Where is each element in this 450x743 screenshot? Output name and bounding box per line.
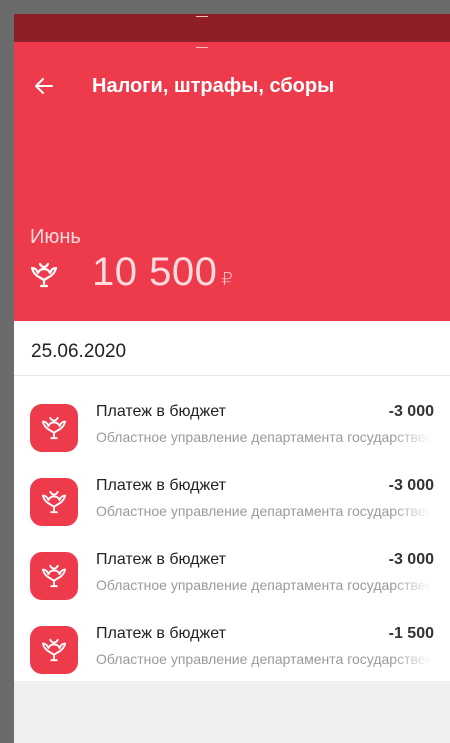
transaction-title: Платеж в бюджет (96, 551, 226, 568)
header-panel: Налоги, штрафы, сборы Июнь 10 500 ₽ (14, 42, 450, 321)
transactions-list: 25.06.2020 Платеж в бюджет -3 000 Област… (14, 321, 450, 681)
emblem-icon (30, 404, 78, 452)
transaction-item[interactable]: Платеж в бюджет -3 000 Областное управле… (14, 401, 450, 475)
transaction-title: Платеж в бюджет (96, 477, 226, 494)
transaction-amount: -3 000 (388, 551, 434, 568)
emblem-icon (30, 626, 78, 674)
coat-of-arms-icon (30, 262, 58, 288)
transaction-description: Областное управление департамента госуда… (96, 577, 432, 593)
transaction-description: Областное управление департамента госуда… (96, 503, 432, 519)
emblem-icon (30, 552, 78, 600)
transaction-description: Областное управление департамента госуда… (96, 651, 432, 667)
month-label: Июнь (30, 226, 81, 248)
transaction-item[interactable]: Платеж в бюджет -1 500 Областное управле… (14, 623, 450, 697)
transaction-title: Платеж в бюджет (96, 403, 226, 420)
date-group-header: 25.06.2020 (14, 321, 450, 376)
emblem-icon (30, 478, 78, 526)
transaction-item[interactable]: Платеж в бюджет -3 000 Областное управле… (14, 549, 450, 623)
transaction-title: Платеж в бюджет (96, 625, 226, 642)
arrow-left-icon[interactable] (32, 74, 56, 98)
page-title: Налоги, штрафы, сборы (92, 75, 335, 97)
status-bar (14, 14, 450, 42)
date-label: 25.06.2020 (31, 341, 127, 362)
status-indicator (196, 16, 208, 17)
transaction-amount: -3 000 (388, 403, 434, 420)
total-amount-value: 10 500 (92, 250, 218, 294)
transaction-item[interactable]: Платеж в бюджет -3 000 Областное управле… (14, 475, 450, 549)
transaction-amount: -3 000 (388, 477, 434, 494)
transaction-description: Областное управление департамента госуда… (96, 429, 432, 445)
drag-indicator (196, 47, 208, 48)
transaction-amount: -1 500 (388, 625, 434, 642)
currency-symbol: ₽ (221, 269, 234, 289)
phone-screen: Налоги, штрафы, сборы Июнь 10 500 ₽ 25.06… (14, 14, 450, 743)
total-amount: 10 500 ₽ (92, 250, 233, 295)
